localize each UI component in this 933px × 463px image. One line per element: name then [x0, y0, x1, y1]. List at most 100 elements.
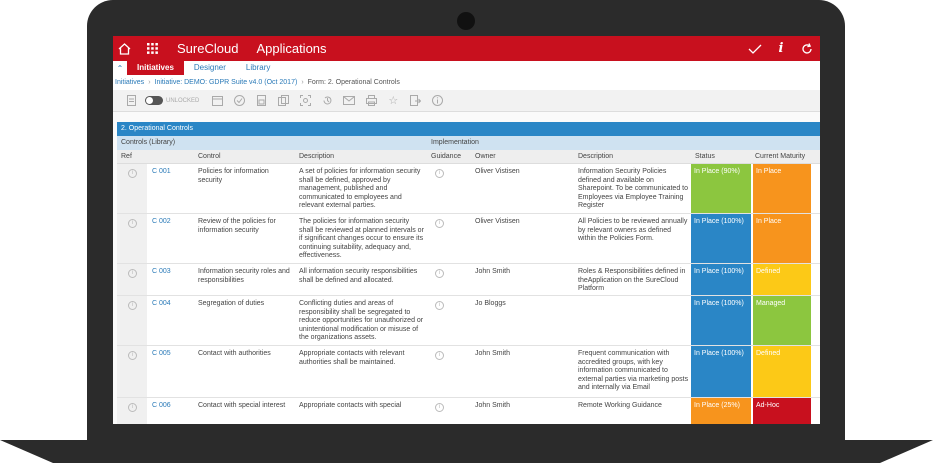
row-owner[interactable]: John Smith — [475, 350, 510, 359]
row-status[interactable]: In Place (100%) — [691, 346, 751, 397]
table-row[interactable]: i C 001 Policies for information securit… — [117, 164, 820, 214]
row-control: Contact with authorities — [198, 350, 271, 357]
breadcrumb-form: Form: 2. Operational Controls — [307, 79, 400, 86]
guidance-info-icon[interactable]: i — [435, 403, 444, 412]
row-maturity[interactable]: Defined — [753, 346, 811, 397]
row-info-icon[interactable]: i — [128, 403, 137, 412]
guidance-info-icon[interactable]: i — [435, 169, 444, 178]
focus-icon[interactable] — [297, 93, 313, 109]
group-controls-library: Controls (Library) — [121, 139, 176, 146]
row-status[interactable]: In Place (100%) — [691, 214, 751, 263]
applications-menu[interactable]: Applications — [256, 41, 326, 56]
laptop-frame: SureCloud Applications i ⌃ Initiatives D… — [0, 0, 933, 463]
row-status[interactable]: In Place (100%) — [691, 296, 751, 345]
row-description: Appropriate contacts with special — [299, 402, 402, 409]
row-description: All information security responsibilitie… — [299, 268, 418, 284]
details-info-icon[interactable] — [429, 93, 445, 109]
row-owner[interactable]: Jo Bloggs — [475, 300, 506, 309]
row-status[interactable]: In Place (90%) — [691, 164, 751, 213]
row-ref[interactable]: C 001 — [152, 168, 171, 177]
breadcrumb-initiative[interactable]: Initiative: DEMO: GDPR Suite v4.0 (Oct 2… — [155, 79, 298, 86]
row-ref[interactable]: C 003 — [152, 268, 171, 277]
collapse-icon[interactable]: ⌃ — [113, 64, 127, 73]
guidance-info-icon[interactable]: i — [435, 269, 444, 278]
row-control: Contact with special interest — [198, 402, 286, 409]
column-groups: Controls (Library) Implementation — [117, 136, 820, 150]
row-control: Policies for information security — [198, 168, 269, 184]
email-icon[interactable] — [341, 93, 357, 109]
tab-library[interactable]: Library — [236, 61, 280, 75]
row-ref[interactable]: C 002 — [152, 218, 171, 227]
row-maturity[interactable]: Defined — [753, 264, 811, 295]
col-control[interactable]: Control — [198, 150, 221, 164]
col-ref[interactable]: Ref — [121, 150, 132, 164]
row-impl-description[interactable]: Remote Working Guidance — [578, 402, 690, 411]
document-icon[interactable] — [123, 93, 139, 109]
tab-initiatives[interactable]: Initiatives — [127, 61, 184, 75]
approve-icon[interactable] — [231, 93, 247, 109]
guidance-info-icon[interactable]: i — [435, 301, 444, 310]
row-owner[interactable]: John Smith — [475, 402, 510, 411]
col-description[interactable]: Description — [299, 150, 334, 164]
form-content: 2. Operational Controls Controls (Librar… — [113, 112, 820, 424]
top-right-tools: i — [742, 36, 820, 61]
home-icon[interactable] — [113, 36, 135, 61]
row-impl-description[interactable]: Information Security Policies defined an… — [578, 168, 690, 211]
row-info-icon[interactable]: i — [128, 269, 137, 278]
row-status[interactable]: In Place (25%) — [691, 398, 751, 424]
brand-name[interactable]: SureCloud — [177, 41, 238, 56]
col-status[interactable]: Status — [695, 150, 715, 164]
row-owner[interactable]: Oliver Vistisen — [475, 218, 520, 227]
laptop-base — [0, 440, 933, 463]
row-impl-description[interactable]: All Policies to be reviewed annually by … — [578, 218, 690, 244]
row-info-icon[interactable]: i — [128, 301, 137, 310]
row-ref[interactable]: C 006 — [152, 402, 171, 411]
row-status[interactable]: In Place (100%) — [691, 264, 751, 295]
row-control: Information security roles and responsib… — [198, 268, 290, 284]
refresh-icon[interactable] — [794, 36, 820, 61]
guidance-info-icon[interactable]: i — [435, 219, 444, 228]
row-maturity[interactable]: In Place — [753, 214, 811, 263]
export-icon[interactable] — [407, 93, 423, 109]
col-guidance[interactable]: Guidance — [431, 150, 461, 164]
breadcrumb-initiatives[interactable]: Initiatives — [115, 79, 144, 86]
check-icon[interactable] — [742, 36, 768, 61]
row-impl-description[interactable]: Roles & Responsibilities defined in theA… — [578, 268, 690, 294]
apps-grid-icon[interactable] — [141, 36, 163, 61]
section-title[interactable]: 2. Operational Controls — [117, 122, 820, 136]
print-icon[interactable] — [363, 93, 379, 109]
copy-icon[interactable] — [275, 93, 291, 109]
col-owner[interactable]: Owner — [475, 150, 496, 164]
row-description: Appropriate contacts with relevant autho… — [299, 350, 405, 366]
guidance-info-icon[interactable]: i — [435, 351, 444, 360]
tab-designer[interactable]: Designer — [184, 61, 236, 75]
row-owner[interactable]: Oliver Vistisen — [475, 168, 520, 177]
report-icon[interactable] — [253, 93, 269, 109]
row-info-icon[interactable]: i — [128, 169, 137, 178]
table-row[interactable]: i C 005 Contact with authorities Appropr… — [117, 346, 820, 398]
col-impl-description[interactable]: Description — [578, 150, 613, 164]
table-row[interactable]: i C 006 Contact with special interest Ap… — [117, 398, 820, 424]
nav-tabs: ⌃ Initiatives Designer Library — [113, 61, 820, 75]
table-row[interactable]: i C 003 Information security roles and r… — [117, 264, 820, 296]
group-implementation: Implementation — [431, 139, 479, 146]
row-info-icon[interactable]: i — [128, 219, 137, 228]
star-icon[interactable]: ☆ — [385, 93, 401, 109]
table-body: i C 001 Policies for information securit… — [117, 164, 820, 424]
row-ref[interactable]: C 005 — [152, 350, 171, 359]
row-info-icon[interactable]: i — [128, 351, 137, 360]
calendar-icon[interactable] — [209, 93, 225, 109]
table-row[interactable]: i C 002 Review of the policies for infor… — [117, 214, 820, 264]
row-maturity[interactable]: Ad-Hoc — [753, 398, 811, 424]
col-maturity[interactable]: Current Maturity — [755, 150, 805, 164]
row-maturity[interactable]: Managed — [753, 296, 811, 345]
row-description: Conflicting duties and areas of responsi… — [299, 300, 424, 342]
row-impl-description[interactable]: Frequent communication with accredited g… — [578, 350, 690, 393]
row-ref[interactable]: C 004 — [152, 300, 171, 309]
row-maturity[interactable]: In Place — [753, 164, 811, 213]
row-owner[interactable]: John Smith — [475, 268, 510, 277]
info-icon[interactable]: i — [768, 36, 794, 61]
table-row[interactable]: i C 004 Segregation of duties Conflictin… — [117, 296, 820, 346]
history-icon[interactable] — [319, 93, 335, 109]
lock-toggle[interactable] — [145, 96, 163, 105]
